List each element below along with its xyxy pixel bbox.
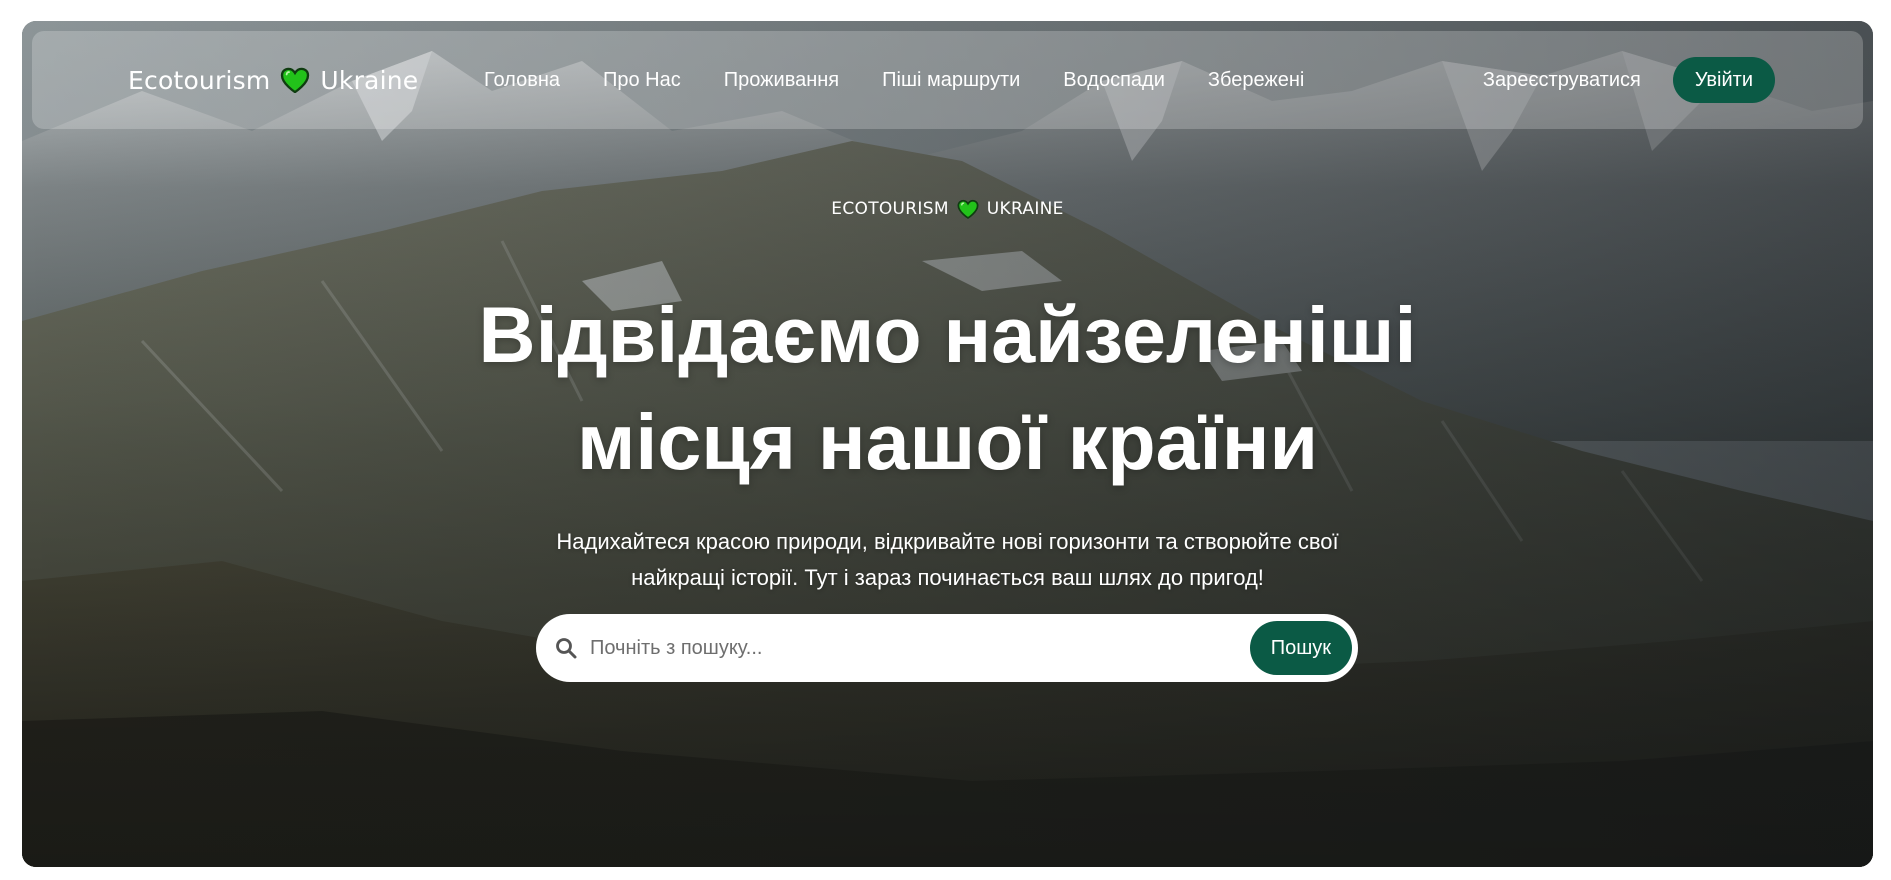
search-button[interactable]: Пошук: [1249, 621, 1352, 675]
nav-link-about[interactable]: Про Нас: [603, 69, 681, 92]
logo-text-right: Ukraine: [320, 65, 419, 95]
green-heart-icon: [281, 67, 310, 93]
eyebrow-text-left: ECOTOURISM: [831, 199, 949, 219]
subtitle-line-2: найкращі історії. Тут і зараз починаєтьс…: [631, 565, 1264, 590]
nav-link-waterfalls[interactable]: Водоспади: [1063, 69, 1165, 92]
search-bar: Пошук: [536, 614, 1358, 682]
main-nav: Головна Про Нас Проживання Піші маршрути…: [484, 31, 1347, 129]
headline-line-1: Відвідаємо найзеленіші: [478, 290, 1417, 379]
signup-link[interactable]: Зареєструватися: [1483, 69, 1641, 92]
nav-link-home[interactable]: Головна: [484, 69, 560, 92]
logo-text-left: Ecotourism: [128, 65, 271, 95]
green-heart-icon: [957, 199, 979, 219]
hero-subtitle: Надихайтеся красою природи, відкривайте …: [22, 524, 1873, 596]
nav-link-accommodation[interactable]: Проживання: [724, 69, 839, 92]
search-input[interactable]: [588, 627, 1250, 669]
search-icon: [556, 638, 577, 659]
eyebrow-text-right: UKRAINE: [986, 199, 1064, 219]
hero-headline: Відвідаємо найзеленіші місця нашої країн…: [22, 281, 1873, 495]
hero-eyebrow: ECOTOURISM UKRAINE: [22, 199, 1873, 219]
top-navbar: Ecotourism Ukraine Головна Про Нас Прожи…: [32, 31, 1863, 129]
auth-controls: Зареєструватися Увійти: [1483, 31, 1775, 129]
site-logo[interactable]: Ecotourism Ukraine: [128, 31, 418, 129]
headline-line-2: місця нашої країни: [576, 397, 1319, 486]
hero-section: Ecotourism Ukraine Головна Про Нас Прожи…: [22, 21, 1873, 867]
subtitle-line-1: Надихайтеся красою природи, відкривайте …: [556, 529, 1339, 554]
nav-link-hiking-trails[interactable]: Піші маршрути: [882, 69, 1020, 92]
nav-link-saved[interactable]: Збережені: [1208, 69, 1304, 92]
login-button[interactable]: Увійти: [1672, 57, 1775, 103]
